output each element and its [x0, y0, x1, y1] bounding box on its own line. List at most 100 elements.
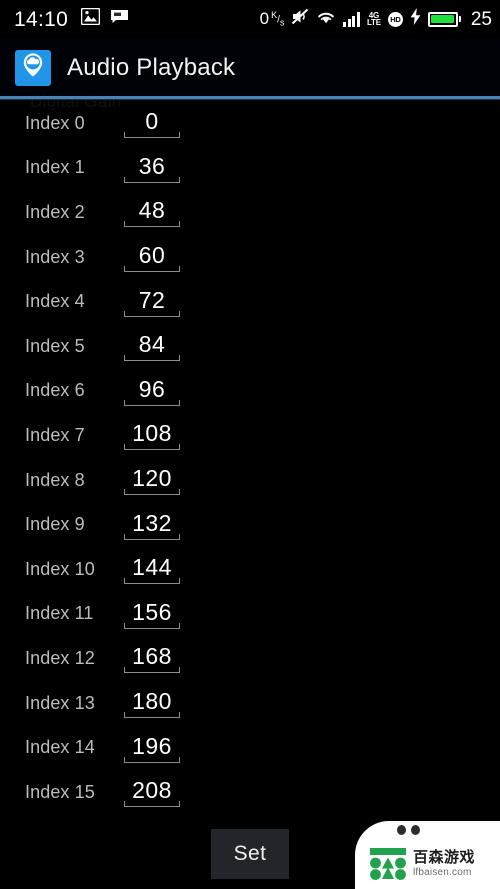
- index-value-input[interactable]: 60: [124, 242, 180, 273]
- input-underline: [124, 578, 180, 585]
- input-underline: [124, 712, 180, 719]
- index-value-text: 180: [132, 688, 172, 715]
- index-row: Index 2 48: [0, 190, 500, 235]
- input-underline: [124, 622, 180, 629]
- input-underline: [124, 355, 180, 362]
- index-row: Index 11 156: [0, 592, 500, 637]
- index-value-input[interactable]: 208: [124, 777, 180, 808]
- index-row: Index 1 36: [0, 146, 500, 191]
- index-row: Index 9 132: [0, 502, 500, 547]
- index-row-label: Index 8: [25, 469, 85, 490]
- index-row-label: Index 6: [25, 380, 85, 401]
- 4g-lte-icon: 4G LTE: [366, 11, 381, 27]
- input-underline: [124, 310, 180, 317]
- network-speed-value: 0: [259, 8, 270, 28]
- signal-bars-icon: [343, 11, 360, 27]
- input-underline: [124, 176, 180, 183]
- index-row-label: Index 7: [25, 424, 85, 445]
- index-row-label: Index 14: [25, 737, 95, 758]
- index-value-text: 108: [132, 420, 172, 447]
- status-bar-notification-icons: [80, 7, 129, 30]
- index-row: Index 7 108: [0, 413, 500, 458]
- status-bar-system-icons: 0 K/s 4G LTE HD 25: [260, 8, 492, 30]
- index-value-input[interactable]: 48: [124, 197, 180, 228]
- input-underline: [124, 533, 180, 540]
- watermark: 百森游戏 lfbaisen.com: [355, 821, 500, 889]
- cloud-pin-icon: [15, 49, 51, 86]
- index-value-input[interactable]: 144: [124, 554, 180, 585]
- mute-icon: [291, 8, 309, 30]
- index-list[interactable]: Index 0 0 Index 1 36 Index 2 48 Index 3 60 Index…: [0, 101, 500, 813]
- index-value-input[interactable]: 84: [124, 331, 180, 362]
- header-divider-shadow: [0, 99, 500, 100]
- index-row: Index 14 196: [0, 725, 500, 770]
- page-title: Audio Playback: [67, 53, 236, 81]
- battery-percent-label: 25: [470, 8, 492, 30]
- index-row-label: Index 11: [25, 603, 94, 624]
- input-underline: [124, 667, 180, 674]
- index-row-label: Index 12: [25, 647, 95, 668]
- index-value-text: 72: [138, 286, 166, 313]
- index-value-text: 84: [138, 331, 166, 358]
- image-icon: [80, 7, 101, 30]
- index-row-label: Index 2: [25, 201, 85, 222]
- index-value-input[interactable]: 156: [124, 599, 180, 629]
- index-value-input[interactable]: 72: [124, 287, 180, 317]
- index-value-text: 48: [138, 197, 166, 224]
- hd-icon: HD: [387, 11, 403, 27]
- index-value-input[interactable]: 168: [124, 643, 180, 674]
- index-row: Index 6 96: [0, 369, 500, 414]
- index-value-text: 208: [132, 777, 172, 804]
- input-underline: [124, 801, 180, 808]
- index-row-label: Index 15: [25, 781, 95, 802]
- index-row-label: Index 3: [25, 246, 85, 267]
- index-row: Index 12 168: [0, 636, 500, 681]
- index-row-label: Index 9: [25, 514, 85, 535]
- index-row-label: Index 1: [25, 157, 85, 178]
- index-value-input[interactable]: 108: [124, 420, 180, 451]
- index-value-text: 132: [132, 509, 172, 536]
- battery-icon: [427, 11, 461, 27]
- index-value-input[interactable]: 132: [124, 510, 180, 540]
- watermark-url: lfbaisen.com: [413, 866, 472, 878]
- index-value-text: 168: [132, 643, 172, 670]
- message-icon: [110, 9, 129, 29]
- index-value-input[interactable]: 36: [124, 153, 180, 183]
- index-row-label: Index 0: [25, 112, 85, 133]
- index-row-label: Index 13: [25, 692, 95, 713]
- index-row-label: Index 4: [25, 291, 85, 312]
- index-row-label: Index 5: [25, 335, 85, 356]
- status-bar: 14:10 0 K/s 4G LTE HD 25: [0, 0, 500, 38]
- status-bar-clock: 14:10: [14, 7, 69, 31]
- index-row: Index 0 0: [0, 101, 500, 146]
- input-underline: [124, 756, 180, 763]
- network-speed-indicator: 0 K/s: [260, 10, 285, 29]
- index-value-input[interactable]: 180: [124, 688, 180, 719]
- index-value-input[interactable]: 120: [124, 465, 180, 496]
- set-button[interactable]: Set: [211, 829, 289, 879]
- watermark-ears-decoration: [397, 825, 420, 835]
- index-value-text: 96: [138, 375, 166, 402]
- charging-bolt-icon: [410, 8, 421, 30]
- input-underline: [124, 444, 180, 451]
- input-underline: [124, 489, 180, 496]
- input-underline: [124, 221, 180, 228]
- index-row-label: Index 10: [25, 558, 95, 579]
- input-underline: [124, 132, 180, 139]
- input-underline: [124, 266, 180, 273]
- index-value-input[interactable]: 0: [124, 108, 180, 139]
- index-row: Index 10 144: [0, 547, 500, 592]
- index-value-text: 156: [132, 598, 172, 625]
- index-value-input[interactable]: 196: [124, 733, 180, 763]
- index-value-text: 60: [138, 242, 166, 269]
- bottom-bar: Set 百森游戏 lfbaisen.com: [0, 813, 500, 889]
- index-row: Index 3 60: [0, 235, 500, 280]
- app-header: Audio Playback: [0, 38, 500, 97]
- index-row: Index 4 72: [0, 279, 500, 324]
- index-row: Index 5 84: [0, 324, 500, 369]
- index-value-input[interactable]: 96: [124, 376, 180, 406]
- index-row: Index 8 120: [0, 458, 500, 503]
- index-row: Index 15 208: [0, 770, 500, 813]
- index-value-text: 196: [132, 732, 172, 759]
- index-value-text: 120: [132, 465, 172, 492]
